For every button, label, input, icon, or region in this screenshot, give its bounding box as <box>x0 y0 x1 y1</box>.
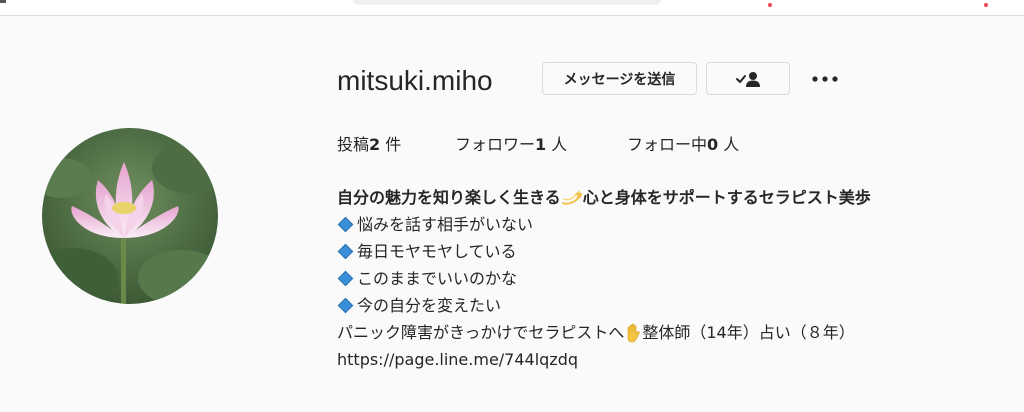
following-unit: 人 <box>718 135 740 154</box>
bio-bullet-text: このままでいいのかな <box>357 269 518 288</box>
person-check-icon <box>736 71 760 87</box>
followers-label: フォロワー <box>455 135 536 154</box>
bio-title: 自分の魅力を知り楽しく生きる 心と身体をサポートするセラピスト美歩 <box>337 184 997 211</box>
following-count: 0 <box>707 135 719 154</box>
blue-diamond-icon <box>337 216 354 233</box>
raised-hand-icon <box>628 323 641 342</box>
bio-title-part2: 心と身体をサポートするセラピスト美歩 <box>582 188 871 207</box>
followers-count: 1 <box>535 135 547 154</box>
bio-bullet-line: 悩みを話す相手がいない <box>337 211 997 238</box>
following-stat[interactable]: フォロー中0 人 <box>627 134 739 156</box>
posts-unit: 件 <box>380 135 402 154</box>
profile-username: mitsuki.miho <box>337 65 493 96</box>
lotus-photo <box>42 128 218 304</box>
following-status-button[interactable] <box>706 62 790 95</box>
more-horizontal-icon <box>812 76 838 82</box>
send-message-button[interactable]: メッセージを送信 <box>542 62 697 95</box>
browser-top-bar <box>0 0 1024 16</box>
notification-dot <box>984 3 988 7</box>
posts-label: 投稿 <box>337 135 370 154</box>
posts-stat[interactable]: 投稿2 件 <box>337 134 401 156</box>
bio-bullet-line: 今の自分を変えたい <box>337 292 997 319</box>
search-box[interactable] <box>353 0 661 5</box>
bio-bullet-line: 毎日モヤモヤしている <box>337 238 997 265</box>
bio-bullet-text: 今の自分を変えたい <box>357 296 502 315</box>
bio-title-part1: 自分の魅力を知り楽しく生きる <box>337 188 561 207</box>
posts-count: 2 <box>369 135 381 154</box>
profile-bio: 自分の魅力を知り楽しく生きる 心と身体をサポートするセラピスト美歩 悩みを話す相… <box>337 184 997 373</box>
bio-career-part2: 整体師（14年）占い（８年） <box>642 323 855 342</box>
bio-career-part1: パニック障害がきっかけでセラピストへ <box>337 323 625 342</box>
blue-diamond-icon <box>337 243 354 260</box>
followers-unit: 人 <box>546 135 568 154</box>
following-label: フォロー中 <box>627 135 708 154</box>
tab-edge <box>0 0 6 3</box>
bio-bullet-line: このままでいいのかな <box>337 265 997 292</box>
blue-diamond-icon <box>337 297 354 314</box>
notification-dot <box>768 3 772 7</box>
bio-career-line: パニック障害がきっかけでセラピストへ 整体師（14年）占い（８年） <box>337 319 997 346</box>
bio-link[interactable]: https://page.line.me/744lqzdq <box>337 346 578 373</box>
bio-bullet-text: 毎日モヤモヤしている <box>357 242 517 261</box>
bio-link-line: https://page.line.me/744lqzdq <box>337 346 997 373</box>
bio-bullet-text: 悩みを話す相手がいない <box>357 215 534 234</box>
dizzy-star-icon <box>561 189 583 205</box>
followers-stat[interactable]: フォロワー1 人 <box>455 134 567 156</box>
blue-diamond-icon <box>337 270 354 287</box>
profile-avatar[interactable] <box>42 128 218 304</box>
more-options-button[interactable] <box>810 66 840 92</box>
